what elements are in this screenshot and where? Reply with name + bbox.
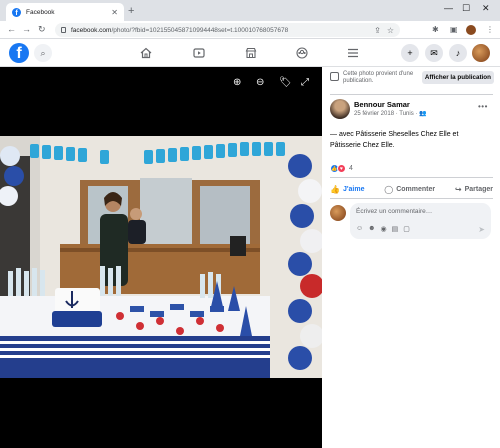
address-bar[interactable]: facebook.com/photo/?fbid=102155045871099… (55, 23, 400, 37)
source-notice: Cette photo provient d'une publication. … (330, 71, 494, 93)
post-panel: Cette photo provient d'une publication. … (322, 67, 500, 448)
groups-icon[interactable] (296, 47, 308, 59)
zoom-out-icon[interactable]: ⊖ (256, 77, 264, 88)
comment-tools: ☺ ☻ ◉ ▤ ▢ (356, 225, 415, 233)
avatar-sticker-icon[interactable]: ☺ (356, 225, 363, 233)
love-reaction-icon: ♥ (337, 164, 346, 173)
notifications-bell-icon[interactable]: ♪ (449, 44, 467, 62)
comment-button[interactable]: ◯ Commenter (384, 182, 435, 196)
share-label: Partager (464, 185, 493, 193)
maximize-button[interactable]: ☐ (462, 3, 470, 14)
post-meta: 25 février 2018 · Tunis · 👥 (354, 110, 427, 117)
divider (330, 177, 493, 178)
messenger-icon[interactable]: ✉ (425, 44, 443, 62)
post-date-location: 25 février 2018 · Tunis · (354, 111, 420, 117)
show-post-button[interactable]: Afficher la publication (421, 71, 494, 84)
browser-menu-icon[interactable]: ⋮ (486, 25, 494, 34)
camera-icon[interactable]: ◉ (381, 225, 387, 233)
browser-toolbar: ← → ↻ facebook.com/photo/?fbid=102155045… (0, 21, 500, 39)
share-arrow-icon: ↪ (454, 184, 462, 194)
thumbs-up-icon: 👍 (330, 184, 340, 194)
watch-icon[interactable] (193, 47, 205, 59)
like-label: J'aime (342, 185, 365, 193)
reactions-summary[interactable]: 👍 ♥ 4 (330, 164, 353, 173)
photo-viewer: ⊕ ⊖ 🏷 ⤢ (0, 67, 322, 448)
more-options-icon[interactable]: ••• (478, 102, 488, 111)
comment-input[interactable]: Écrivez un commentaire… ☺ ☻ ◉ ▤ ▢ ➤ (350, 203, 491, 239)
zoom-in-icon[interactable]: ⊕ (233, 77, 241, 88)
url-text: facebook.com/photo/?fbid=102155045871099… (71, 27, 368, 34)
comment-bubble-icon: ◯ (384, 184, 394, 194)
account-avatar[interactable] (472, 44, 490, 62)
info-icon (330, 72, 339, 81)
divider (330, 94, 493, 95)
fullscreen-icon[interactable]: ⤢ (301, 77, 309, 88)
share-icon[interactable]: ⇪ (374, 26, 381, 35)
new-tab-button[interactable]: + (128, 5, 134, 17)
post-actions: 👍 J'aime ◯ Commenter ↪ Partager (330, 182, 493, 196)
bookmark-star-icon[interactable]: ☆ (387, 26, 394, 35)
share-button[interactable]: ↪ Partager (455, 182, 493, 196)
author-name[interactable]: Bennour Samar (354, 100, 410, 109)
browser-tab-strip: f Facebook ✕ + — ☐ ✕ (0, 0, 500, 21)
browser-tab[interactable]: f Facebook ✕ (6, 3, 124, 21)
tag-icon[interactable]: 🏷 (279, 77, 292, 88)
browser-profile-avatar[interactable] (466, 25, 476, 35)
author-avatar[interactable] (330, 99, 350, 119)
friends-audience-icon[interactable]: 👥 (419, 111, 426, 117)
reload-button[interactable]: ↻ (38, 24, 46, 35)
facebook-header: f ⌕ + ✉ ♪ (0, 39, 500, 67)
extensions-icon[interactable]: ✱ (432, 25, 439, 34)
comment-placeholder: Écrivez un commentaire… (356, 208, 433, 215)
tab-close-icon[interactable]: ✕ (111, 8, 118, 17)
back-button[interactable]: ← (7, 24, 16, 34)
facebook-favicon-icon: f (12, 7, 21, 17)
divider (330, 198, 493, 199)
emoji-icon[interactable]: ☻ (368, 225, 375, 233)
gif-icon[interactable]: ▤ (392, 225, 399, 233)
comment-label: Commenter (396, 185, 436, 193)
send-icon[interactable]: ➤ (478, 225, 485, 234)
reaction-count: 4 (349, 165, 353, 172)
tab-title: Facebook (26, 8, 55, 16)
url-host: facebook.com (71, 26, 112, 34)
create-plus-icon[interactable]: + (401, 44, 419, 62)
sidebar-icon[interactable]: ▣ (450, 25, 458, 34)
url-path: /photo/?fbid=1021550458710994448set=t.10… (111, 26, 289, 34)
post-caption: — avec Pâtisserie Sheselles Chez Elle et… (330, 131, 459, 149)
lock-icon (61, 27, 66, 33)
minimize-button[interactable]: — (444, 3, 453, 13)
birthday-photo (0, 136, 322, 378)
home-icon[interactable] (140, 47, 152, 59)
window-close-button[interactable]: ✕ (482, 3, 490, 14)
facebook-logo[interactable]: f (9, 43, 29, 63)
forward-button[interactable]: → (22, 24, 31, 34)
menu-icon[interactable] (347, 47, 359, 59)
search-icon[interactable]: ⌕ (34, 44, 52, 62)
like-button[interactable]: 👍 J'aime (330, 182, 364, 196)
birthday-photo-image (0, 136, 322, 378)
sticker-icon[interactable]: ▢ (403, 225, 410, 233)
notice-text: Cette photo provient d'une publication. (343, 71, 414, 84)
commenter-avatar (330, 205, 346, 221)
marketplace-icon[interactable] (245, 47, 257, 59)
